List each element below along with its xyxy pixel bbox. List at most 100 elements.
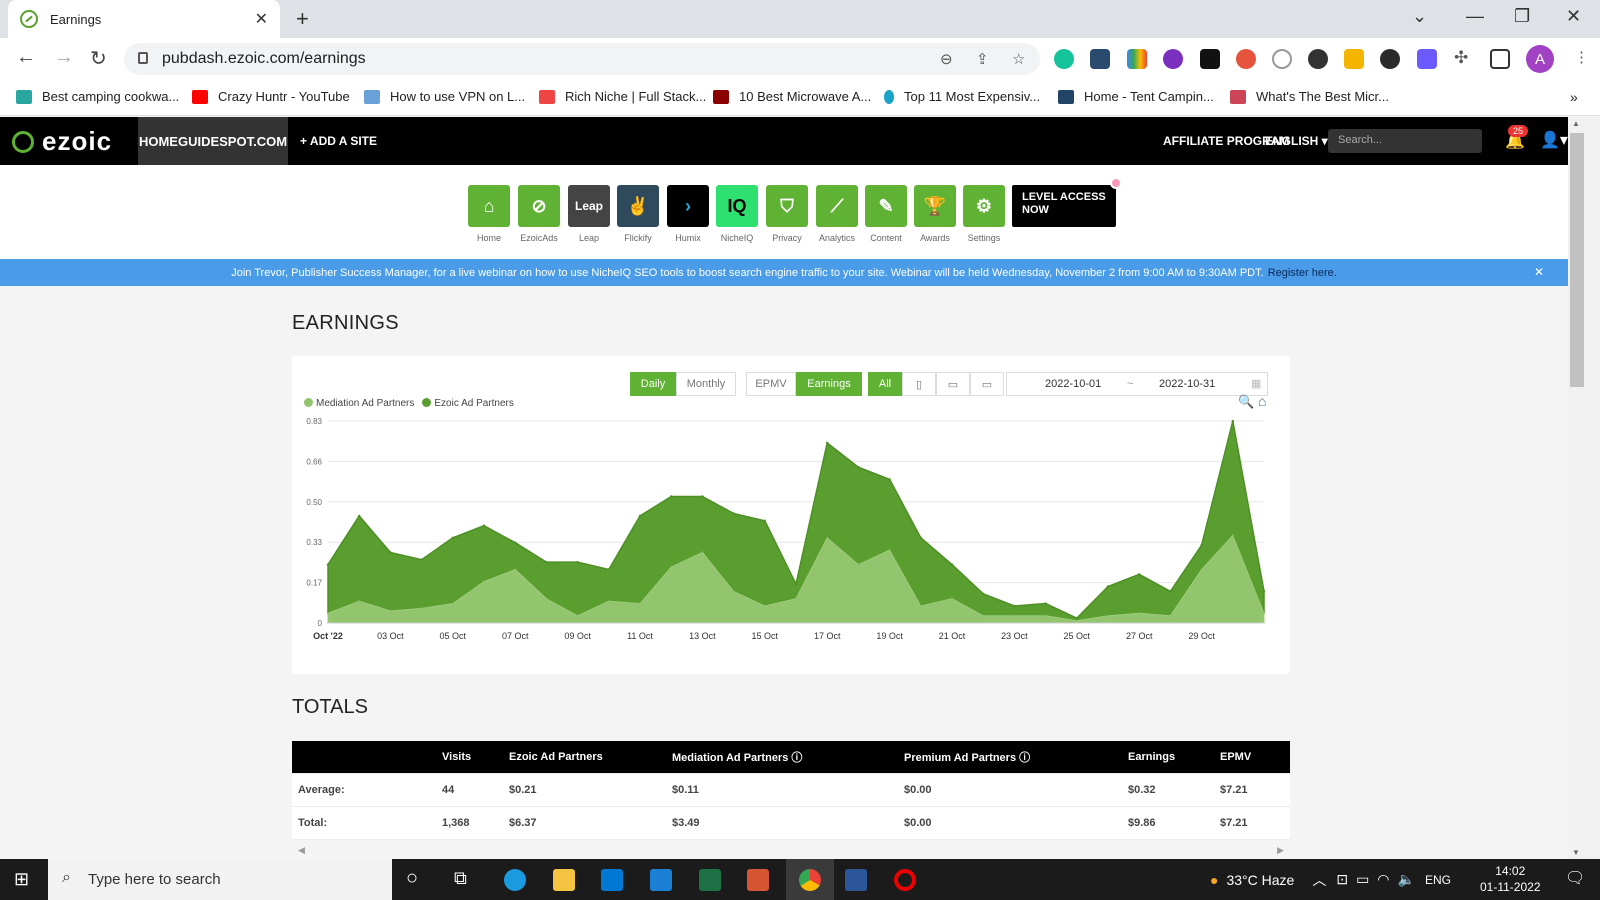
bookmark-item[interactable]: Best camping cookwa... xyxy=(16,89,179,104)
google-extension-icon[interactable] xyxy=(1127,49,1147,69)
windows-start-icon[interactable]: ⊞ xyxy=(14,869,29,890)
extension-57-icon[interactable] xyxy=(1090,49,1110,69)
battery-icon[interactable]: ▭ xyxy=(1356,871,1369,888)
excel-icon[interactable] xyxy=(699,869,721,891)
ezoic-logo[interactable]: ezoic xyxy=(12,126,112,157)
scroll-down-icon[interactable]: ▼ xyxy=(1572,848,1580,857)
bookmark-item[interactable]: Top 11 Most Expensiv... xyxy=(884,89,1040,104)
cortana-icon[interactable]: ○ xyxy=(406,867,418,890)
extension-w-icon[interactable] xyxy=(1163,49,1183,69)
taskbar-search-field[interactable]: ⌕ Type here to search xyxy=(48,859,392,900)
legend-item-ezoic[interactable]: Ezoic Ad Partners xyxy=(422,398,514,409)
app-ezoicads[interactable]: ⊘ EzoicAds xyxy=(518,185,560,243)
bookmark-item[interactable]: Crazy Huntr - YouTube xyxy=(192,89,350,104)
date-range-picker[interactable]: 2022-10-01 ~ 2022-10-31 ▦ xyxy=(1006,372,1268,396)
edge-icon[interactable] xyxy=(504,869,526,891)
app-analytics[interactable]: ⟋ Analytics xyxy=(816,185,858,243)
extension-ezoic-icon[interactable] xyxy=(1272,49,1292,69)
tablet-device-icon[interactable]: ▭ xyxy=(936,372,970,396)
header-premium-ad-partners[interactable]: Premium Ad Partners ⓘ xyxy=(904,749,1128,765)
scroll-up-icon[interactable]: ▲ xyxy=(1572,119,1580,128)
legend-item-mediation[interactable]: Mediation Ad Partners xyxy=(304,398,414,409)
bookmark-star-icon[interactable]: ☆ xyxy=(1012,50,1025,68)
app-awards[interactable]: 🏆 Awards xyxy=(914,185,956,243)
daily-toggle[interactable]: Daily xyxy=(630,372,676,396)
wifi-icon[interactable]: ◠ xyxy=(1377,871,1389,888)
language-indicator[interactable]: ENG xyxy=(1425,873,1451,887)
tab-close-button[interactable]: ✕ xyxy=(255,9,268,29)
tray-app-icon[interactable]: ⊡ xyxy=(1336,871,1348,888)
extension-dot-icon[interactable] xyxy=(1308,49,1328,69)
reload-icon[interactable]: ↻ xyxy=(90,46,107,71)
grammarly-extension-icon[interactable] xyxy=(1054,49,1074,69)
opera-icon[interactable] xyxy=(894,869,916,891)
level-access-button[interactable]: LEVEL ACCESS NOW xyxy=(1012,185,1116,227)
volume-icon[interactable]: 🔈 xyxy=(1398,871,1415,888)
scroll-left-icon[interactable]: ◀ xyxy=(298,845,305,856)
forward-icon[interactable]: → xyxy=(54,46,74,69)
new-tab-button[interactable]: + xyxy=(296,6,309,32)
profile-avatar[interactable]: A xyxy=(1526,45,1554,73)
tab-search-icon[interactable]: ⌄ xyxy=(1412,6,1427,27)
weather-text[interactable]: 33°C Haze xyxy=(1226,872,1294,888)
app-leap[interactable]: Leap Leap xyxy=(568,185,610,243)
reset-zoom-home-icon[interactable]: ⌂ xyxy=(1258,393,1266,409)
back-icon[interactable]: ← xyxy=(16,46,36,69)
earnings-toggle[interactable]: Earnings xyxy=(796,372,862,396)
banner-close-button[interactable]: ✕ xyxy=(1534,265,1544,279)
notifications-icon[interactable]: 🗨 xyxy=(1565,868,1585,888)
monthly-toggle[interactable]: Monthly xyxy=(676,372,736,396)
extensions-puzzle-icon[interactable]: ✣ xyxy=(1454,48,1468,68)
more-bookmarks-button[interactable]: » xyxy=(1570,89,1578,105)
page-vertical-scrollbar[interactable]: ▲ ▼ xyxy=(1568,117,1600,859)
tray-chevron-icon[interactable]: ︿ xyxy=(1312,870,1326,890)
site-selector[interactable]: HOMEGUIDESPOT.COM xyxy=(138,117,288,165)
extension-d-icon[interactable] xyxy=(1417,49,1437,69)
restore-button[interactable]: ❐ xyxy=(1514,6,1530,27)
bookmark-item[interactable]: Rich Niche | Full Stack... xyxy=(539,89,706,104)
register-link[interactable]: Register here. xyxy=(1268,267,1337,279)
chrome-taskbar-item[interactable] xyxy=(786,859,834,900)
share-icon[interactable]: ⇪ xyxy=(976,50,989,68)
side-panel-icon[interactable] xyxy=(1490,49,1510,69)
task-view-icon[interactable]: ⧉ xyxy=(454,868,467,889)
app-privacy[interactable]: ⛉ Privacy xyxy=(766,185,808,243)
bookmark-item[interactable]: What's The Best Micr... xyxy=(1230,89,1389,104)
scrollbar-thumb[interactable] xyxy=(1570,133,1584,387)
app-content[interactable]: ✎ Content xyxy=(865,185,907,243)
extension-k-icon[interactable] xyxy=(1380,49,1400,69)
language-dropdown[interactable]: ENGLISH ▾ xyxy=(1265,134,1328,148)
add-site-link[interactable]: + ADD A SITE xyxy=(300,134,377,148)
file-explorer-icon[interactable] xyxy=(553,869,575,891)
bookmark-item[interactable]: Home - Tent Campin... xyxy=(1058,89,1214,104)
chrome-menu-icon[interactable]: ⋮ xyxy=(1574,48,1589,66)
mobile-device-icon[interactable]: ▯ xyxy=(902,372,936,396)
zoom-icon[interactable]: ⊖ xyxy=(940,50,953,68)
minimize-button[interactable]: — xyxy=(1466,6,1484,27)
header-search-input[interactable]: Search... xyxy=(1328,129,1482,153)
store-icon[interactable] xyxy=(601,869,623,891)
url-field[interactable]: pubdash.ezoic.com/earnings xyxy=(124,43,1040,75)
app-flickify[interactable]: ✌ Flickify xyxy=(617,185,659,243)
scroll-right-icon[interactable]: ▶ xyxy=(1277,845,1284,856)
app-humix[interactable]: › Humix xyxy=(667,185,709,243)
taskbar-clock[interactable]: 14:02 01-11-2022 xyxy=(1480,863,1541,895)
word-icon[interactable] xyxy=(845,869,867,891)
user-menu-icon[interactable]: 👤▾ xyxy=(1540,130,1568,150)
app-nicheiq[interactable]: IQ NicheIQ xyxy=(716,185,758,243)
close-window-button[interactable]: ✕ xyxy=(1566,6,1581,27)
zoom-chart-icon[interactable]: 🔍 xyxy=(1238,394,1254,410)
desktop-device-icon[interactable]: ▭ xyxy=(970,372,1004,396)
bookmark-item[interactable]: 10 Best Microwave A... xyxy=(713,89,871,104)
epmv-toggle[interactable]: EPMV xyxy=(746,372,796,396)
app-settings[interactable]: ⚙ Settings xyxy=(963,185,1005,243)
table-horizontal-scrollbar[interactable]: ◀ ▶ xyxy=(292,845,1290,857)
mail-icon[interactable] xyxy=(650,869,672,891)
earnings-area-chart[interactable]: 0 0.17 0.33 0.50 0.66 0.83 Oct '22 03 Oct 05 Oct… xyxy=(292,416,1290,661)
app-icon[interactable] xyxy=(747,869,769,891)
app-home[interactable]: ⌂ Home xyxy=(468,185,510,243)
tab-earnings[interactable]: Earnings ✕ xyxy=(8,0,280,38)
extension-se-icon[interactable] xyxy=(1236,49,1256,69)
extension-yellow-icon[interactable] xyxy=(1344,49,1364,69)
bookmark-item[interactable]: How to use VPN on L... xyxy=(364,89,525,104)
